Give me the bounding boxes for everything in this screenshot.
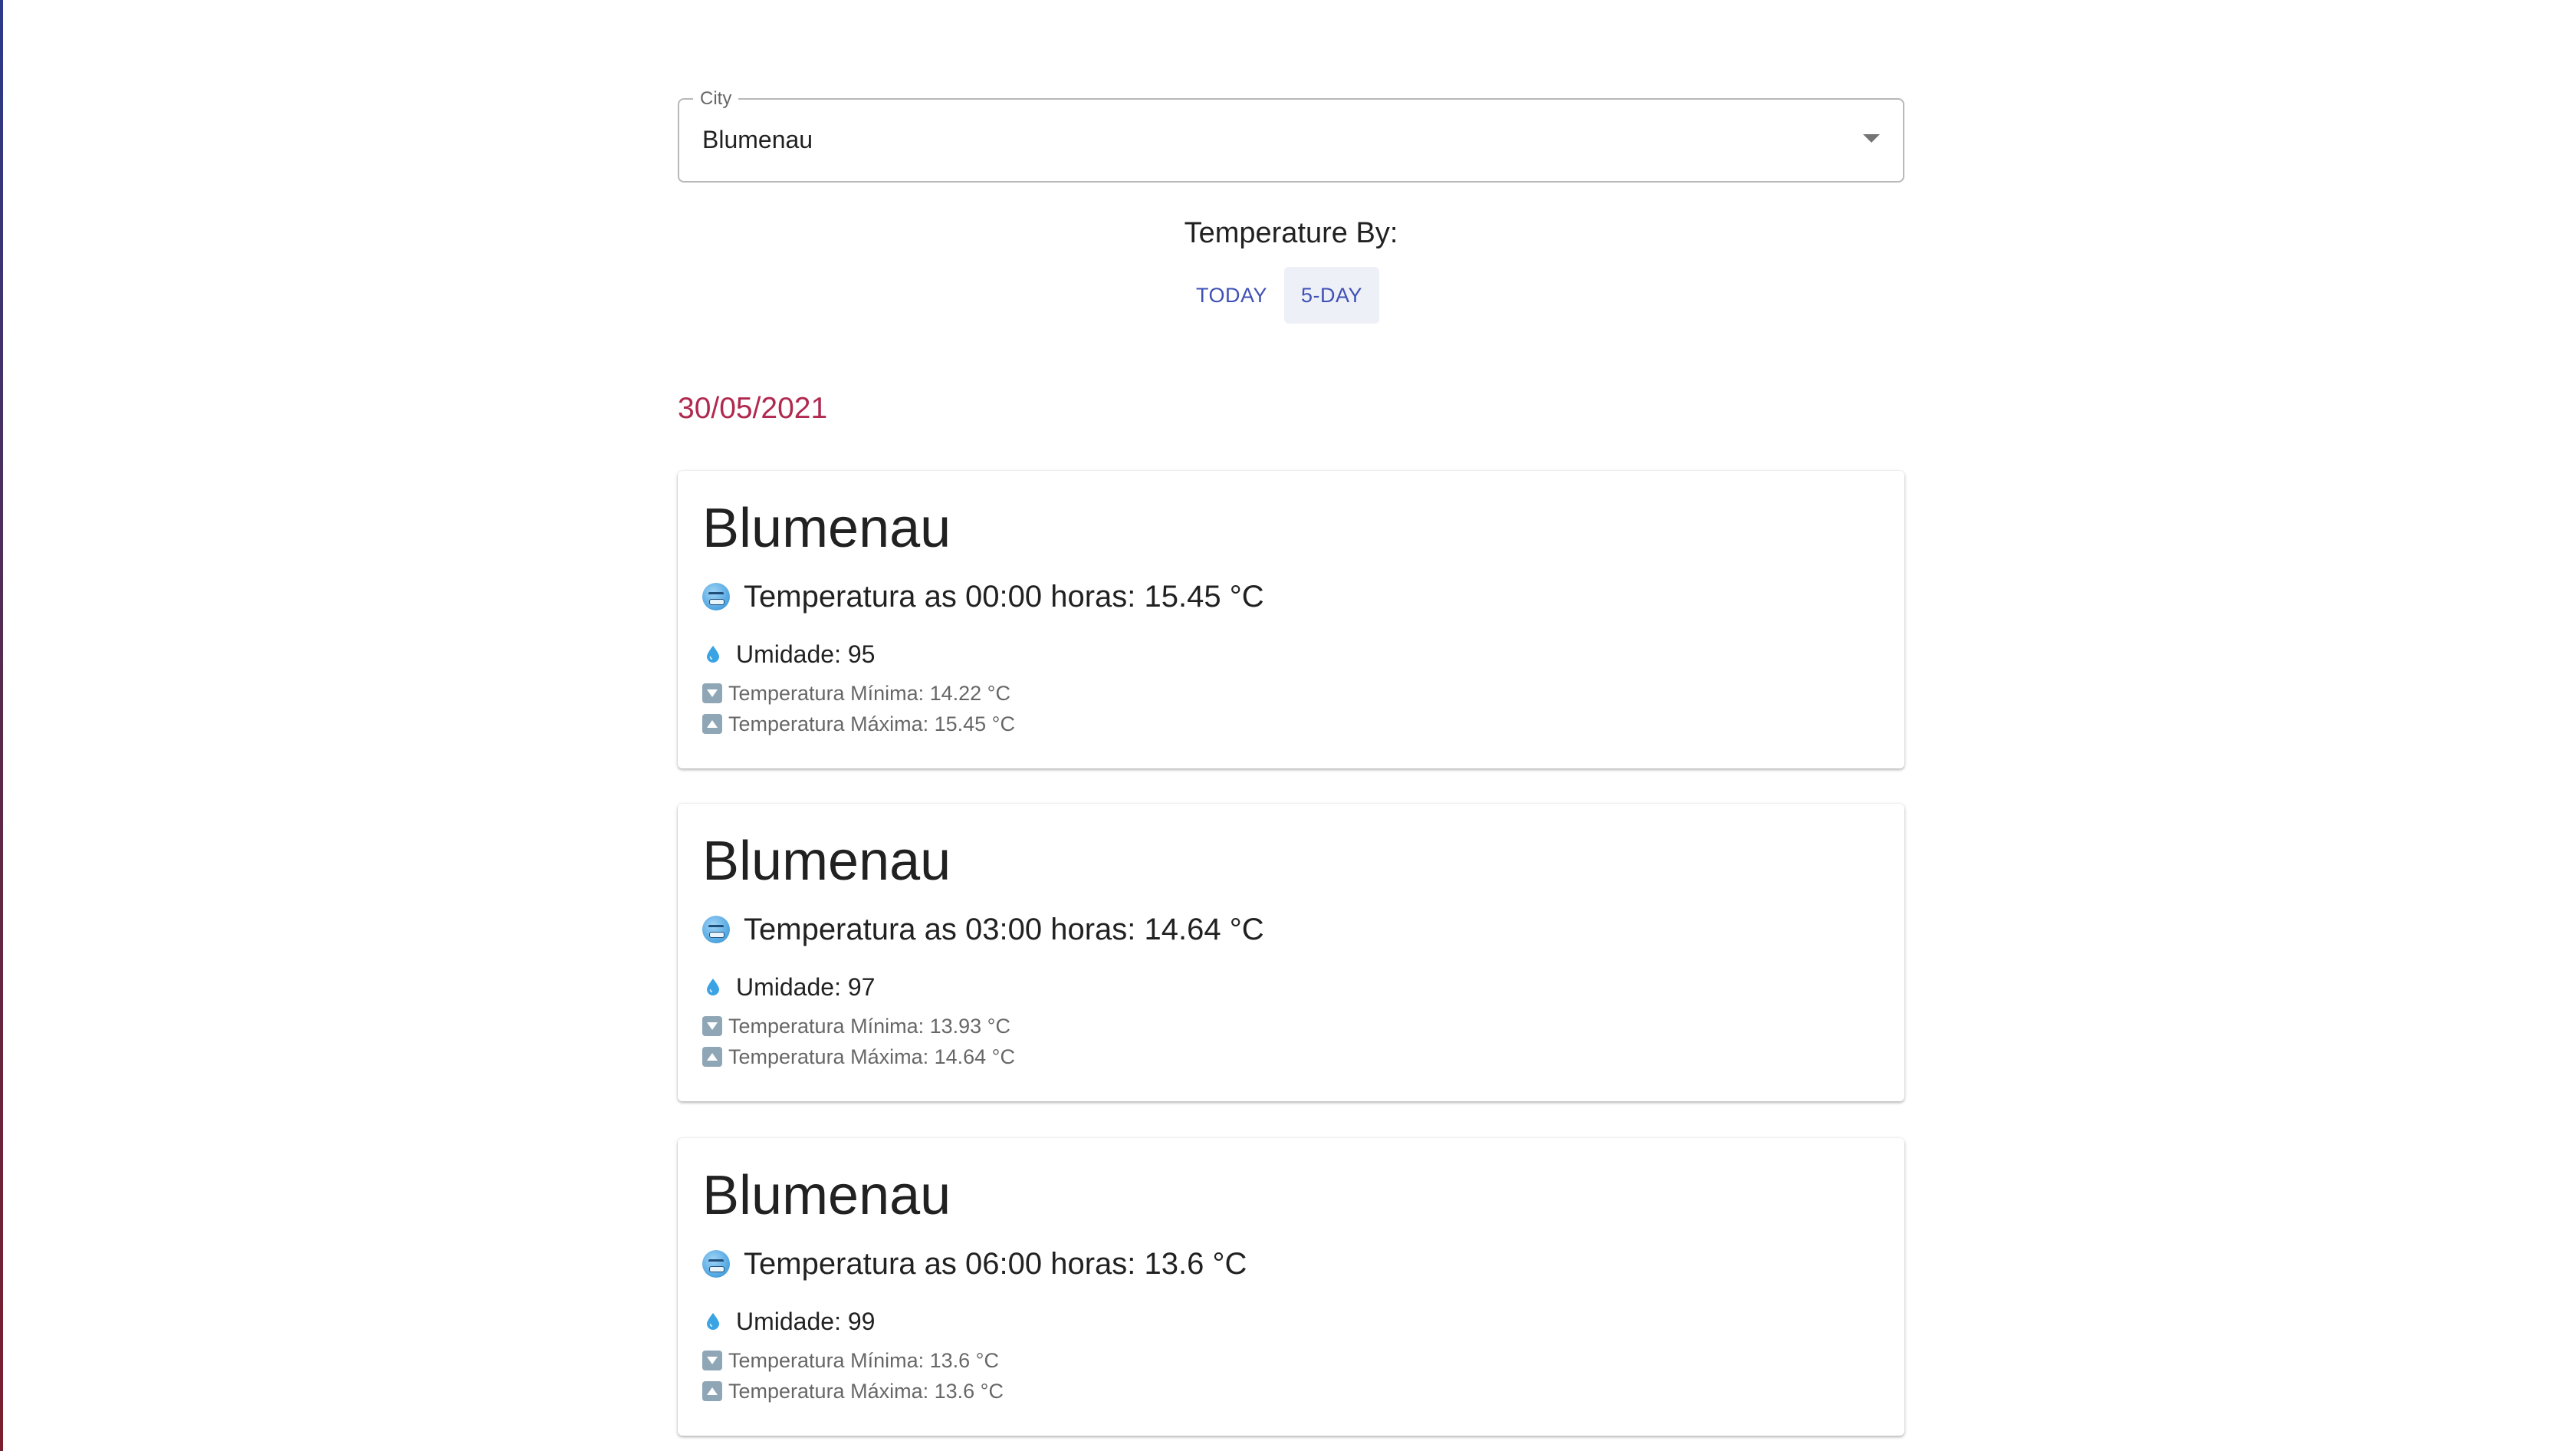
up-arrow-icon [702, 714, 722, 734]
today-button[interactable]: TODAY [1179, 267, 1284, 324]
min-temperature-row: Temperatura Mínima: 14.22 °C [702, 679, 1010, 707]
up-arrow-icon [702, 1381, 722, 1401]
humidity-text: Umidade: 95 [736, 640, 876, 668]
temperature-by-toggle: TODAY 5-DAY [1179, 267, 1380, 324]
city-select[interactable]: City Blumenau [678, 87, 1904, 183]
humidity-row: Umidade: 95 [702, 637, 875, 671]
max-temperature-row: Temperatura Máxima: 14.64 °C [702, 1043, 1015, 1071]
temperature-row: Temperatura as 00:00 horas: 15.45 °C [702, 577, 1264, 617]
max-temperature-text: Temperatura Máxima: 15.45 °C [728, 712, 1015, 735]
droplet-icon [707, 646, 719, 663]
droplet-icon [707, 979, 719, 995]
temperature-text: Temperatura as 03:00 horas: 14.64 °C [744, 913, 1264, 946]
min-temperature-row: Temperatura Mínima: 13.6 °C [702, 1347, 999, 1374]
card-city-name: Blumenau [702, 498, 951, 559]
five-day-button[interactable]: 5-DAY [1284, 267, 1380, 324]
humidity-text: Umidade: 97 [736, 973, 876, 1001]
up-arrow-icon [702, 1047, 722, 1067]
city-select-value: Blumenau [702, 126, 813, 153]
forecast-date: 30/05/2021 [678, 392, 828, 425]
max-temperature-text: Temperatura Máxima: 13.6 °C [728, 1380, 1004, 1403]
temperature-by-heading: Temperature By: [1184, 217, 1398, 249]
max-temperature-row: Temperatura Máxima: 15.45 °C [702, 710, 1015, 738]
droplet-icon [707, 1313, 719, 1330]
card-city-name: Blumenau [702, 831, 951, 892]
window-edge [0, 0, 3, 1451]
dropdown-arrow-icon[interactable] [1863, 134, 1880, 143]
humidity-row: Umidade: 97 [702, 970, 875, 1004]
temperature-text: Temperatura as 00:00 horas: 15.45 °C [744, 580, 1264, 614]
temperature-text: Temperatura as 06:00 horas: 13.6 °C [744, 1247, 1247, 1281]
min-temperature-text: Temperatura Mínima: 13.93 °C [728, 1015, 1010, 1038]
forecast-card: Blumenau Temperatura as 00:00 horas: 15.… [678, 471, 1904, 768]
min-temperature-text: Temperatura Mínima: 14.22 °C [728, 682, 1010, 705]
min-temperature-text: Temperatura Mínima: 13.6 °C [728, 1349, 999, 1372]
max-temperature-row: Temperatura Máxima: 13.6 °C [702, 1377, 1004, 1405]
city-select-label: City [693, 87, 739, 110]
cold-face-icon [702, 583, 730, 610]
cold-face-icon [702, 916, 730, 943]
down-arrow-icon [702, 1016, 722, 1036]
temperature-row: Temperatura as 03:00 horas: 14.64 °C [702, 910, 1264, 949]
min-temperature-row: Temperatura Mínima: 13.93 °C [702, 1012, 1010, 1040]
card-city-name: Blumenau [702, 1165, 951, 1226]
max-temperature-text: Temperatura Máxima: 14.64 °C [728, 1045, 1015, 1068]
down-arrow-icon [702, 1351, 722, 1370]
down-arrow-icon [702, 683, 722, 703]
humidity-text: Umidade: 99 [736, 1308, 876, 1335]
forecast-card: Blumenau Temperatura as 06:00 horas: 13.… [678, 1138, 1904, 1436]
cold-face-icon [702, 1250, 730, 1278]
temperature-row: Temperatura as 06:00 horas: 13.6 °C [702, 1244, 1247, 1284]
humidity-row: Umidade: 99 [702, 1305, 875, 1338]
forecast-card: Blumenau Temperatura as 03:00 horas: 14.… [678, 804, 1904, 1101]
